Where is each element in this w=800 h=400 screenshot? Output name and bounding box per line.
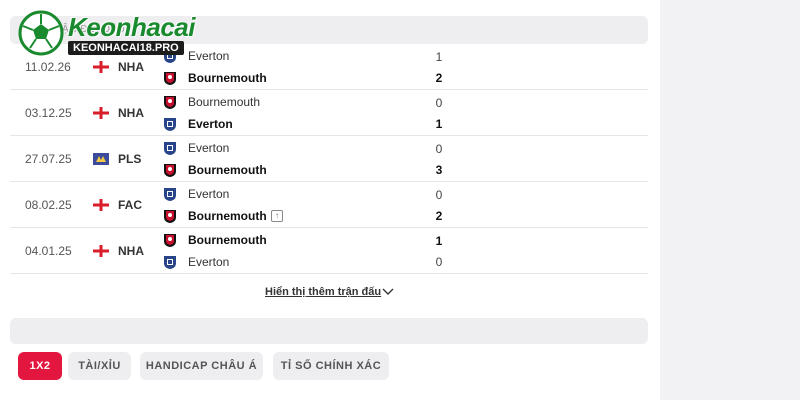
home-score: 1 bbox=[435, 50, 443, 64]
keonhacai-logo: Keonhacai KEONHACAI18.PRO bbox=[18, 10, 218, 58]
match-row[interactable]: 03.12.25 NHA Bournemouth Everton 0 1 bbox=[10, 90, 648, 136]
advanced-icon: ↑ bbox=[271, 210, 283, 222]
england-flag bbox=[93, 60, 109, 73]
logo-brand-text: Keonhacai bbox=[68, 12, 196, 42]
team-name: Everton bbox=[188, 117, 233, 131]
match-date: 04.01.25 bbox=[25, 244, 72, 258]
logo-url-text: KEONHACAI18.PRO bbox=[68, 41, 184, 55]
away-score: 0 bbox=[435, 255, 443, 269]
odds-tab[interactable]: 1X2 bbox=[18, 352, 62, 380]
bournemouth-crest bbox=[163, 94, 177, 110]
bournemouth-crest bbox=[163, 232, 177, 248]
match-date: 08.02.25 bbox=[25, 198, 72, 212]
show-more-matches-link[interactable]: Hiển thị thêm trận đấu bbox=[265, 286, 381, 298]
bournemouth-crest bbox=[163, 70, 177, 86]
team-name: Bournemouth bbox=[188, 233, 267, 247]
away-score: 2 bbox=[435, 71, 443, 85]
competition-code: NHA bbox=[118, 244, 144, 258]
competition-code: NHA bbox=[118, 60, 144, 74]
odds-tab[interactable]: TÀI/XỈU bbox=[68, 352, 131, 380]
home-score: 0 bbox=[435, 188, 443, 202]
team-name: Bournemouth bbox=[188, 95, 261, 109]
competition-code: NHA bbox=[118, 106, 144, 120]
team-name: Everton bbox=[188, 187, 230, 201]
away-score: 2 bbox=[435, 209, 443, 223]
home-score: 0 bbox=[435, 142, 443, 156]
match-date: 11.02.26 bbox=[25, 60, 71, 74]
away-score: 3 bbox=[435, 163, 443, 177]
team-name: Everton bbox=[188, 141, 230, 155]
england-flag bbox=[93, 106, 109, 119]
odds-tab[interactable]: TỈ SỐ CHÍNH XÁC bbox=[273, 352, 389, 380]
competition-code: FAC bbox=[118, 198, 142, 212]
home-score: 1 bbox=[435, 234, 443, 248]
team-name: Bournemouth bbox=[188, 71, 267, 85]
away-score: 1 bbox=[435, 117, 443, 131]
team-name: Bournemouth bbox=[188, 163, 267, 177]
match-date: 03.12.25 bbox=[25, 106, 72, 120]
team-name: Bournemouth bbox=[188, 209, 267, 223]
england-flag bbox=[93, 244, 109, 257]
everton-crest bbox=[163, 140, 177, 156]
odds-tab[interactable]: HANDICAP CHÂU Á bbox=[140, 352, 263, 380]
chevron-down-icon[interactable] bbox=[382, 288, 394, 296]
odds-section-header bbox=[10, 318, 648, 344]
match-row[interactable]: 08.02.25 FAC Everton Bournemouth ↑ 0 2 bbox=[10, 182, 648, 228]
everton-crest bbox=[163, 186, 177, 202]
everton-crest bbox=[163, 254, 177, 270]
bournemouth-crest bbox=[163, 162, 177, 178]
team-name: Everton bbox=[188, 255, 230, 269]
soccer-ball-icon bbox=[18, 10, 64, 56]
match-row[interactable]: 04.01.25 NHA Bournemouth Everton 1 0 bbox=[10, 228, 648, 274]
pls-badge bbox=[93, 152, 109, 165]
competition-code: PLS bbox=[118, 152, 142, 166]
match-date: 27.07.25 bbox=[25, 152, 72, 166]
match-row[interactable]: 27.07.25 PLS Everton Bournemouth 0 3 bbox=[10, 136, 648, 182]
everton-crest bbox=[163, 116, 177, 132]
home-score: 0 bbox=[435, 96, 443, 110]
england-flag bbox=[93, 198, 109, 211]
right-sidebar-panel bbox=[660, 0, 800, 400]
bournemouth-crest bbox=[163, 208, 177, 224]
